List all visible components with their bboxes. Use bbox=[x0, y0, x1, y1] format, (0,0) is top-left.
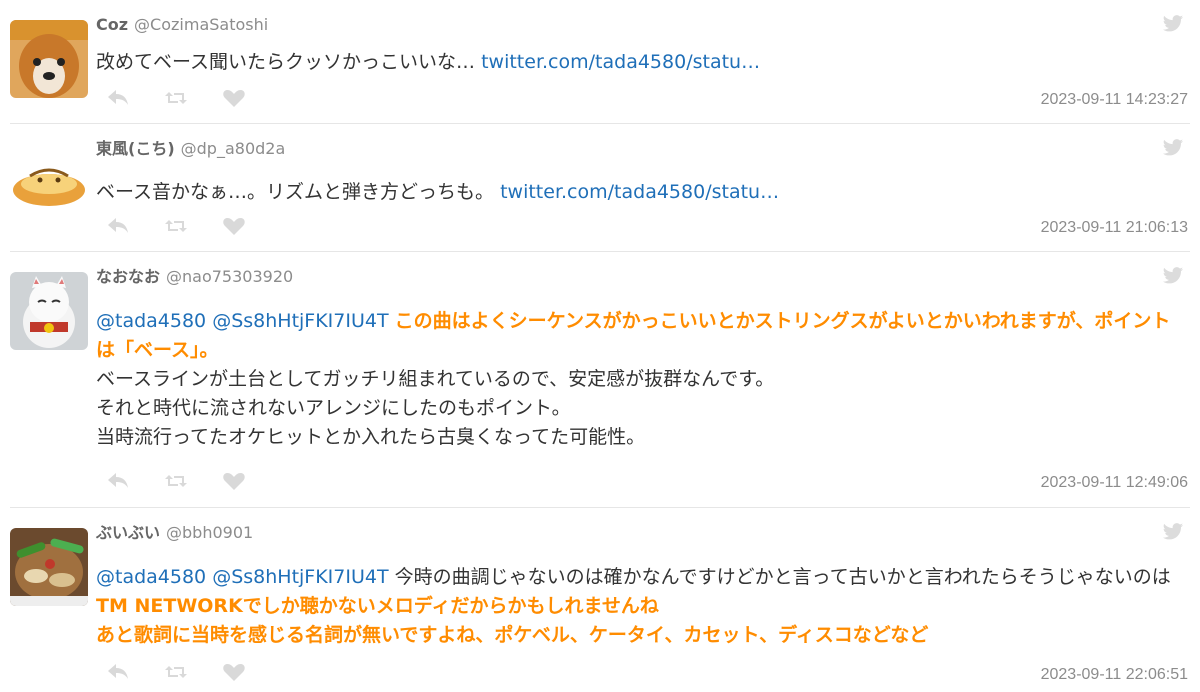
avatar[interactable] bbox=[10, 20, 88, 98]
tweet-text-content: 今時の曲調じゃないのは確かなんですけどかと言って古いかと言われたらそうじゃないの… bbox=[394, 566, 1171, 588]
avatar[interactable] bbox=[10, 528, 88, 606]
display-name[interactable]: Coz bbox=[96, 15, 128, 34]
retweet-icon[interactable] bbox=[164, 662, 188, 682]
reply-icon[interactable] bbox=[106, 216, 130, 236]
user-handle[interactable]: @dp_a80d2a bbox=[181, 139, 286, 158]
tweet-text-content: ベース音かなぁ…。リズムと弾き方どっちも。 bbox=[96, 181, 501, 203]
tweet: ぶいぶい @bbh0901 @tada4580 @Ss8hHtjFKI7IU4T … bbox=[10, 508, 1190, 692]
tweet-actions bbox=[106, 216, 246, 236]
twitter-bird-icon[interactable] bbox=[1162, 522, 1184, 542]
twitter-bird-icon[interactable] bbox=[1162, 14, 1184, 34]
tweet-text: 改めてベース聞いたらクッソかっこいいな… twitter.com/tada458… bbox=[96, 48, 1176, 77]
tweet-header: 東風(こち) @dp_a80d2a bbox=[96, 138, 285, 160]
tweet-link[interactable]: twitter.com/tada4580/statu… bbox=[500, 181, 779, 203]
reply-icon[interactable] bbox=[106, 88, 130, 108]
like-icon[interactable] bbox=[222, 662, 246, 682]
retweet-icon[interactable] bbox=[164, 216, 188, 236]
avatar[interactable] bbox=[10, 272, 88, 350]
tweet-mentions[interactable]: @tada4580 @Ss8hHtjFKI7IU4T bbox=[96, 566, 395, 588]
tweet: 東風(こち) @dp_a80d2a ベース音かなぁ…。リズムと弾き方どっちも。 t… bbox=[10, 124, 1190, 252]
tweet-feed: Coz @CozimaSatoshi 改めてベース聞いたらクッソかっこいいな… t… bbox=[0, 0, 1200, 692]
tweet-header: Coz @CozimaSatoshi bbox=[96, 14, 268, 36]
tweet-header: なおなお @nao75303920 bbox=[96, 266, 293, 288]
display-name[interactable]: 東風(こち) bbox=[96, 139, 175, 158]
like-icon[interactable] bbox=[222, 88, 246, 108]
user-handle[interactable]: @nao75303920 bbox=[166, 267, 293, 286]
timestamp[interactable]: 2023-09-11 12:49:06 bbox=[1041, 474, 1188, 492]
tweet-line: ベースラインが土台としてガッチリ組まれているので、安定感が抜群なんです。 bbox=[96, 368, 775, 390]
tweet-text: @tada4580 @Ss8hHtjFKI7IU4T この曲はよくシーケンスがか… bbox=[96, 307, 1176, 452]
reply-icon[interactable] bbox=[106, 662, 130, 682]
tweet-text-content: 改めてベース聞いたらクッソかっこいいな… bbox=[96, 51, 482, 73]
tweet-line: 当時流行ってたオケヒットとか入れたら古臭くなってた可能性。 bbox=[96, 426, 646, 448]
reply-icon[interactable] bbox=[106, 471, 130, 491]
user-handle[interactable]: @CozimaSatoshi bbox=[134, 15, 268, 34]
tweet-text: @tada4580 @Ss8hHtjFKI7IU4T 今時の曲調じゃないのは確か… bbox=[96, 563, 1176, 650]
highlighted-text: TM NETWORKでしか聴かないメロディだからかもしれませんね bbox=[96, 595, 659, 617]
tweet: Coz @CozimaSatoshi 改めてベース聞いたらクッソかっこいいな… t… bbox=[10, 0, 1190, 124]
tweet-actions bbox=[106, 471, 246, 491]
display-name[interactable]: ぶいぶい bbox=[96, 523, 160, 542]
timestamp[interactable]: 2023-09-11 21:06:13 bbox=[1041, 219, 1188, 237]
avatar[interactable] bbox=[10, 146, 88, 224]
retweet-icon[interactable] bbox=[164, 88, 188, 108]
twitter-bird-icon[interactable] bbox=[1162, 138, 1184, 158]
retweet-icon[interactable] bbox=[164, 471, 188, 491]
like-icon[interactable] bbox=[222, 216, 246, 236]
tweet-actions bbox=[106, 88, 246, 108]
tweet-mentions[interactable]: @tada4580 @Ss8hHtjFKI7IU4T bbox=[96, 310, 395, 332]
tweet-text: ベース音かなぁ…。リズムと弾き方どっちも。 twitter.com/tada45… bbox=[96, 178, 1176, 207]
tweet: なおなお @nao75303920 @tada4580 @Ss8hHtjFKI7I… bbox=[10, 252, 1190, 508]
timestamp[interactable]: 2023-09-11 14:23:27 bbox=[1041, 91, 1188, 109]
tweet-actions bbox=[106, 662, 246, 682]
timestamp[interactable]: 2023-09-11 22:06:51 bbox=[1041, 666, 1188, 684]
tweet-link[interactable]: twitter.com/tada4580/statu… bbox=[481, 51, 760, 73]
user-handle[interactable]: @bbh0901 bbox=[166, 523, 253, 542]
tweet-line: それと時代に流されないアレンジにしたのもポイント。 bbox=[96, 397, 571, 419]
display-name[interactable]: なおなお bbox=[96, 267, 160, 286]
like-icon[interactable] bbox=[222, 471, 246, 491]
highlighted-text: あと歌詞に当時を感じる名詞が無いですよね、ポケベル、ケータイ、カセット、ディスコ… bbox=[96, 624, 929, 646]
twitter-bird-icon[interactable] bbox=[1162, 266, 1184, 286]
tweet-header: ぶいぶい @bbh0901 bbox=[96, 522, 253, 544]
